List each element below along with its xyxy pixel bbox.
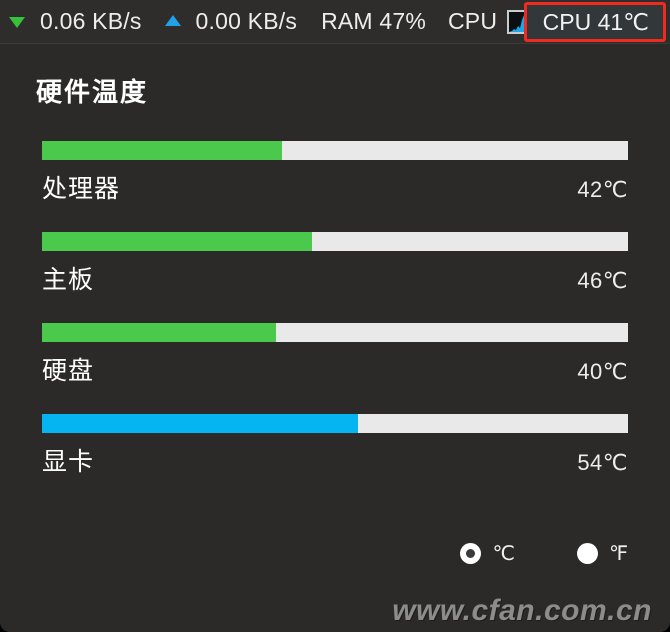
unit-label: ℉	[608, 543, 628, 565]
component-name: 显卡	[42, 448, 95, 476]
unit-label: ℃	[492, 543, 515, 565]
hardware-temperature-widget: 0.06 KB/s 0.00 KB/s RAM 47% CPU CPU 41℃ …	[0, 0, 670, 632]
temperature-row: 处理器 42℃	[42, 141, 628, 205]
temperature-row-labels: 显卡 54℃	[42, 442, 628, 478]
download-speed-value: 0.06 KB/s	[40, 8, 142, 34]
cpu-label: CPU	[448, 8, 498, 34]
ram-usage-value: RAM 47%	[321, 8, 426, 34]
temperature-row: 硬盘 40℃	[42, 323, 628, 387]
arrow-up-icon	[164, 15, 182, 27]
unit-selector-group: ℃ ℉	[460, 541, 628, 566]
component-temperature-value: 40℃	[577, 359, 628, 384]
temperature-bar-fill	[42, 323, 277, 342]
site-watermark: www.cfan.com.cn	[392, 594, 652, 627]
upload-speed-value: 0.00 KB/s	[195, 8, 298, 34]
component-temperature-value: 46℃	[577, 268, 628, 293]
temperature-panel: 硬件温度 处理器 42℃ 主板 46℃ 硬盘 40℃ 显卡 54℃ ℃ ℉ www.cfan.c…	[0, 44, 670, 632]
temperature-bar-track	[42, 414, 628, 433]
temperature-row-list: 处理器 42℃ 主板 46℃ 硬盘 40℃ 显卡 54℃	[42, 141, 628, 478]
temperature-bar-fill	[42, 232, 312, 251]
component-temperature-value: 42℃	[577, 177, 628, 202]
temperature-bar-track	[42, 141, 628, 160]
unit-option-fahrenheit[interactable]: ℉	[576, 541, 628, 566]
temperature-row-labels: 主板 46℃	[42, 260, 628, 296]
component-name: 主板	[42, 266, 95, 294]
temperature-bar-fill	[42, 141, 283, 160]
cpu-temperature-value: CPU 41℃	[542, 8, 649, 35]
temperature-row-labels: 硬盘 40℃	[42, 351, 628, 387]
component-name: 硬盘	[42, 357, 95, 385]
temperature-row: 显卡 54℃	[42, 414, 628, 478]
radio-button-icon[interactable]	[576, 543, 598, 564]
radio-button-icon[interactable]	[460, 543, 482, 564]
arrow-down-icon	[8, 16, 26, 28]
unit-option-celsius[interactable]: ℃	[460, 541, 515, 566]
temperature-bar-track	[42, 232, 628, 251]
temperature-bar-fill	[42, 414, 359, 433]
component-name: 处理器	[42, 175, 121, 203]
component-temperature-value: 54℃	[577, 450, 628, 475]
page-title: 硬件温度	[36, 77, 149, 107]
temperature-row-labels: 处理器 42℃	[42, 169, 628, 205]
temperature-row: 主板 46℃	[42, 232, 628, 296]
system-status-bar: 0.06 KB/s 0.00 KB/s RAM 47% CPU CPU 41℃	[0, 0, 670, 44]
temperature-bar-track	[42, 323, 628, 342]
cpu-temperature-badge[interactable]: CPU 41℃	[523, 2, 666, 42]
